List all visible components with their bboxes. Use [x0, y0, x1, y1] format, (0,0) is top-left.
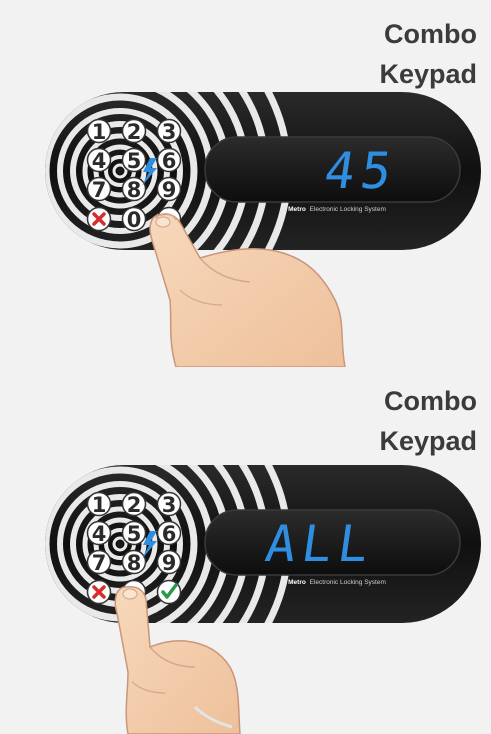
svg-text:6: 6 [162, 149, 177, 173]
brand-text: Metro Electronic Locking System [288, 206, 386, 213]
display-readout: 45 [321, 141, 401, 200]
svg-text:2: 2 [127, 120, 142, 144]
cancel-key[interactable] [86, 206, 112, 232]
svg-text:4: 4 [92, 149, 107, 173]
svg-text:1: 1 [92, 493, 107, 517]
keypad-panel-2: Combo Keypad ALL Metro Electronic Lockin… [0, 367, 491, 734]
svg-text:4: 4 [92, 522, 107, 546]
svg-text:0: 0 [127, 208, 142, 232]
lcd-display: ALL Metro Electronic Locking System [204, 509, 461, 586]
svg-text:2: 2 [127, 493, 142, 517]
svg-text:3: 3 [162, 493, 177, 517]
keypad-device: 45 Metro Electronic Locking System 1 2 3… [45, 92, 481, 367]
svg-text:7: 7 [92, 178, 107, 202]
keypad-panel-1: Combo Keypad 45 Metro Electronic Locking… [0, 0, 491, 367]
confirm-key[interactable] [156, 579, 182, 605]
svg-text:5: 5 [127, 522, 142, 546]
svg-text:6: 6 [162, 522, 177, 546]
brand-text: Metro Electronic Locking System [288, 579, 386, 586]
svg-text:8: 8 [127, 551, 142, 575]
svg-text:9: 9 [162, 178, 177, 202]
keypad-device: ALL Metro Electronic Locking System 1 2 … [45, 465, 481, 734]
cancel-key[interactable] [86, 579, 112, 605]
svg-text:3: 3 [162, 120, 177, 144]
svg-text:5: 5 [127, 149, 142, 173]
display-readout: ALL [262, 514, 379, 573]
svg-text:7: 7 [92, 551, 107, 575]
svg-text:8: 8 [127, 178, 142, 202]
svg-text:9: 9 [162, 551, 177, 575]
svg-text:1: 1 [92, 120, 107, 144]
lcd-display: 45 Metro Electronic Locking System [204, 136, 461, 213]
